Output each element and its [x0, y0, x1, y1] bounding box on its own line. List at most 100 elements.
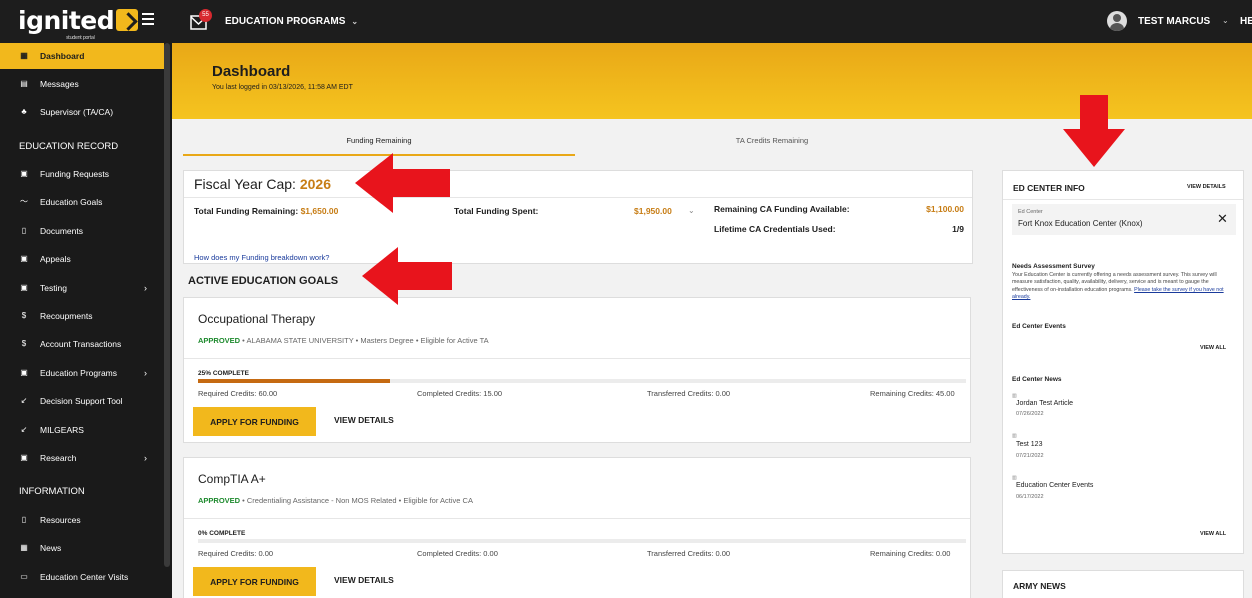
page-title: Dashboard: [212, 63, 291, 80]
sidebar-item-research[interactable]: ▣ Research ›: [0, 445, 164, 471]
resources-icon: ▯: [21, 515, 27, 524]
supervisor-icon: ♣: [21, 107, 27, 116]
fiscal-year-title: Fiscal Year Cap: 2026: [194, 176, 331, 192]
goal-meta-text: • ALABAMA STATE UNIVERSITY • Masters Deg…: [240, 336, 489, 345]
apply-for-funding-button[interactable]: APPLY FOR FUNDING: [193, 407, 316, 436]
goal-progress-bar: [198, 539, 966, 543]
view-details-button[interactable]: VIEW DETAILS: [334, 575, 394, 585]
goal-percent-complete: 25% COMPLETE: [198, 370, 249, 377]
user-name[interactable]: TEST MARCUS: [1138, 16, 1210, 27]
news-item-icon: ▥: [1012, 393, 1017, 399]
news-item-title[interactable]: Jordan Test Article: [1016, 400, 1073, 407]
army-news-title: ARMY NEWS: [1013, 581, 1066, 591]
messages-button[interactable]: 55: [190, 9, 212, 30]
ignited-logo[interactable]: ignited student portal: [18, 6, 139, 41]
remaining-credits: Remaining Credits: 0.00: [870, 549, 951, 558]
sidebar-item-education-programs[interactable]: ▣ Education Programs ›: [0, 360, 164, 386]
news-item-date: 07/21/2022: [1016, 453, 1044, 459]
funding-breakdown-link[interactable]: How does my Funding breakdown work?: [194, 253, 329, 262]
goal-meta: APPROVED • Credentialing Assistance - No…: [198, 496, 473, 505]
goal-meta: APPROVED • ALABAMA STATE UNIVERSITY • Ma…: [198, 336, 489, 345]
sidebar-item-milgears[interactable]: ↙ MILGEARS: [0, 417, 164, 443]
goal-card-comptia: CompTIA A+ APPROVED • Credentialing Assi…: [183, 457, 971, 598]
total-funding-spent-label: Total Funding Spent:: [454, 206, 539, 216]
ed-center-select[interactable]: Ed Center Fort Knox Education Center (Kn…: [1012, 204, 1236, 235]
help-link[interactable]: HE: [1240, 16, 1252, 27]
army-news-panel: ARMY NEWS: [1002, 570, 1244, 598]
news-item-title[interactable]: Test 123: [1016, 441, 1042, 448]
status-badge: APPROVED: [198, 336, 241, 345]
sidebar-item-recoupments[interactable]: $ Recoupments: [0, 303, 164, 329]
goal-progress-bar: [198, 379, 966, 383]
sidebar-item-label: Testing: [40, 283, 67, 293]
logo-subtitle: student portal: [66, 35, 95, 41]
goal-title[interactable]: Occupational Therapy: [198, 312, 315, 326]
sidebar-item-label: Supervisor (TA/CA): [40, 107, 114, 117]
sidebar-item-label: Resources: [40, 515, 81, 525]
chevron-down-icon[interactable]: ⌄: [688, 206, 695, 215]
sidebar-item-documents[interactable]: ▯ Documents: [0, 218, 164, 244]
menu-toggle-icon[interactable]: [142, 13, 154, 27]
user-chevron-down-icon[interactable]: ⌄: [1222, 16, 1229, 25]
sidebar-section-education-record: EDUCATION RECORD: [19, 141, 119, 152]
sidebar-item-label: Messages: [40, 79, 79, 89]
ed-center-info-title: ED CENTER INFO: [1013, 183, 1085, 193]
appeals-icon: ▣: [20, 254, 28, 263]
divider: [184, 358, 970, 359]
total-funding-remaining: Total Funding Remaining: $1,650.00: [194, 206, 338, 216]
sidebar-item-account-transactions[interactable]: $ Account Transactions: [0, 331, 164, 357]
sidebar-item-messages[interactable]: ▤ Messages: [0, 71, 164, 97]
programs-icon: ▣: [20, 368, 28, 377]
remaining-credits: Remaining Credits: 45.00: [870, 389, 955, 398]
sidebar-item-news[interactable]: ▦ News: [0, 535, 164, 561]
needs-assessment-text: Your Education Center is currently offer…: [1012, 272, 1238, 302]
remaining-ca-funding-label: Remaining CA Funding Available:: [714, 204, 850, 214]
apply-for-funding-button[interactable]: APPLY FOR FUNDING: [193, 567, 316, 596]
sidebar-item-dashboard[interactable]: ▦ Dashboard: [0, 43, 164, 69]
transferred-credits: Transferred Credits: 0.00: [647, 549, 731, 558]
sidebar-item-resources[interactable]: ▯ Resources: [0, 507, 164, 533]
lifetime-ca-credentials-value: 1/9: [952, 224, 964, 234]
needs-assessment-title: Needs Assessment Survey: [1012, 263, 1095, 270]
sidebar-item-label: Appeals: [40, 254, 71, 264]
sidebar-item-funding-requests[interactable]: ▣ Funding Requests: [0, 161, 164, 187]
programs-label: EDUCATION PROGRAMS: [225, 16, 346, 27]
app-root: ignited student portal 55 EDUCATION PROGR…: [0, 0, 1252, 598]
news-icon: ▦: [20, 543, 28, 552]
funding-icon: ▣: [20, 169, 28, 178]
news-view-all-link[interactable]: VIEW ALL: [1200, 531, 1226, 537]
dashboard-icon: ▦: [20, 51, 28, 60]
sidebar-item-education-center-visits[interactable]: ▭ Education Center Visits: [0, 564, 164, 590]
news-item-icon: ▥: [1012, 433, 1017, 439]
education-programs-dropdown[interactable]: EDUCATION PROGRAMS ⌄: [225, 16, 358, 27]
sidebar-item-label: Dashboard: [40, 51, 85, 61]
sidebar-item-decision-support-tool[interactable]: ↙ Decision Support Tool: [0, 388, 164, 414]
sidebar-item-testing[interactable]: ▣ Testing ›: [0, 275, 164, 301]
sidebar-item-label: Recoupments: [40, 311, 93, 321]
close-icon[interactable]: ✕: [1217, 211, 1228, 227]
events-view-all-link[interactable]: VIEW ALL: [1200, 345, 1226, 351]
ed-center-news-title: Ed Center News: [1012, 376, 1062, 383]
sidebar-item-label: News: [40, 543, 62, 553]
news-item-icon: ▥: [1012, 475, 1017, 481]
view-details-button[interactable]: VIEW DETAILS: [334, 415, 394, 425]
sidebar-item-supervisor[interactable]: ♣ Supervisor (TA/CA): [0, 99, 164, 125]
sidebar-item-education-goals[interactable]: 〜 Education Goals: [0, 189, 164, 215]
tab-ta-credits-remaining[interactable]: TA Credits Remaining: [576, 130, 968, 156]
logo-chevron-icon: [116, 9, 139, 31]
sidebar-item-appeals[interactable]: ▣ Appeals: [0, 246, 164, 272]
goal-title[interactable]: CompTIA A+: [198, 472, 266, 486]
messages-icon: ▤: [20, 79, 28, 88]
news-item-title[interactable]: Education Center Events: [1016, 482, 1093, 489]
sidebar-item-label: Documents: [40, 226, 83, 236]
remaining-value: $1,650.00: [300, 206, 339, 216]
chevron-right-icon: ›: [144, 453, 147, 463]
view-details-link[interactable]: VIEW DETAILS: [1187, 184, 1226, 190]
completed-credits: Completed Credits: 0.00: [417, 549, 498, 558]
avatar[interactable]: [1107, 11, 1127, 31]
chevron-down-icon: ⌄: [351, 17, 359, 26]
sidebar-item-label: Decision Support Tool: [40, 396, 123, 406]
chevron-right-icon: ›: [144, 283, 147, 293]
sidebar-scrollbar[interactable]: [164, 43, 170, 567]
goal-card-occupational-therapy: Occupational Therapy APPROVED • ALABAMA …: [183, 297, 971, 443]
